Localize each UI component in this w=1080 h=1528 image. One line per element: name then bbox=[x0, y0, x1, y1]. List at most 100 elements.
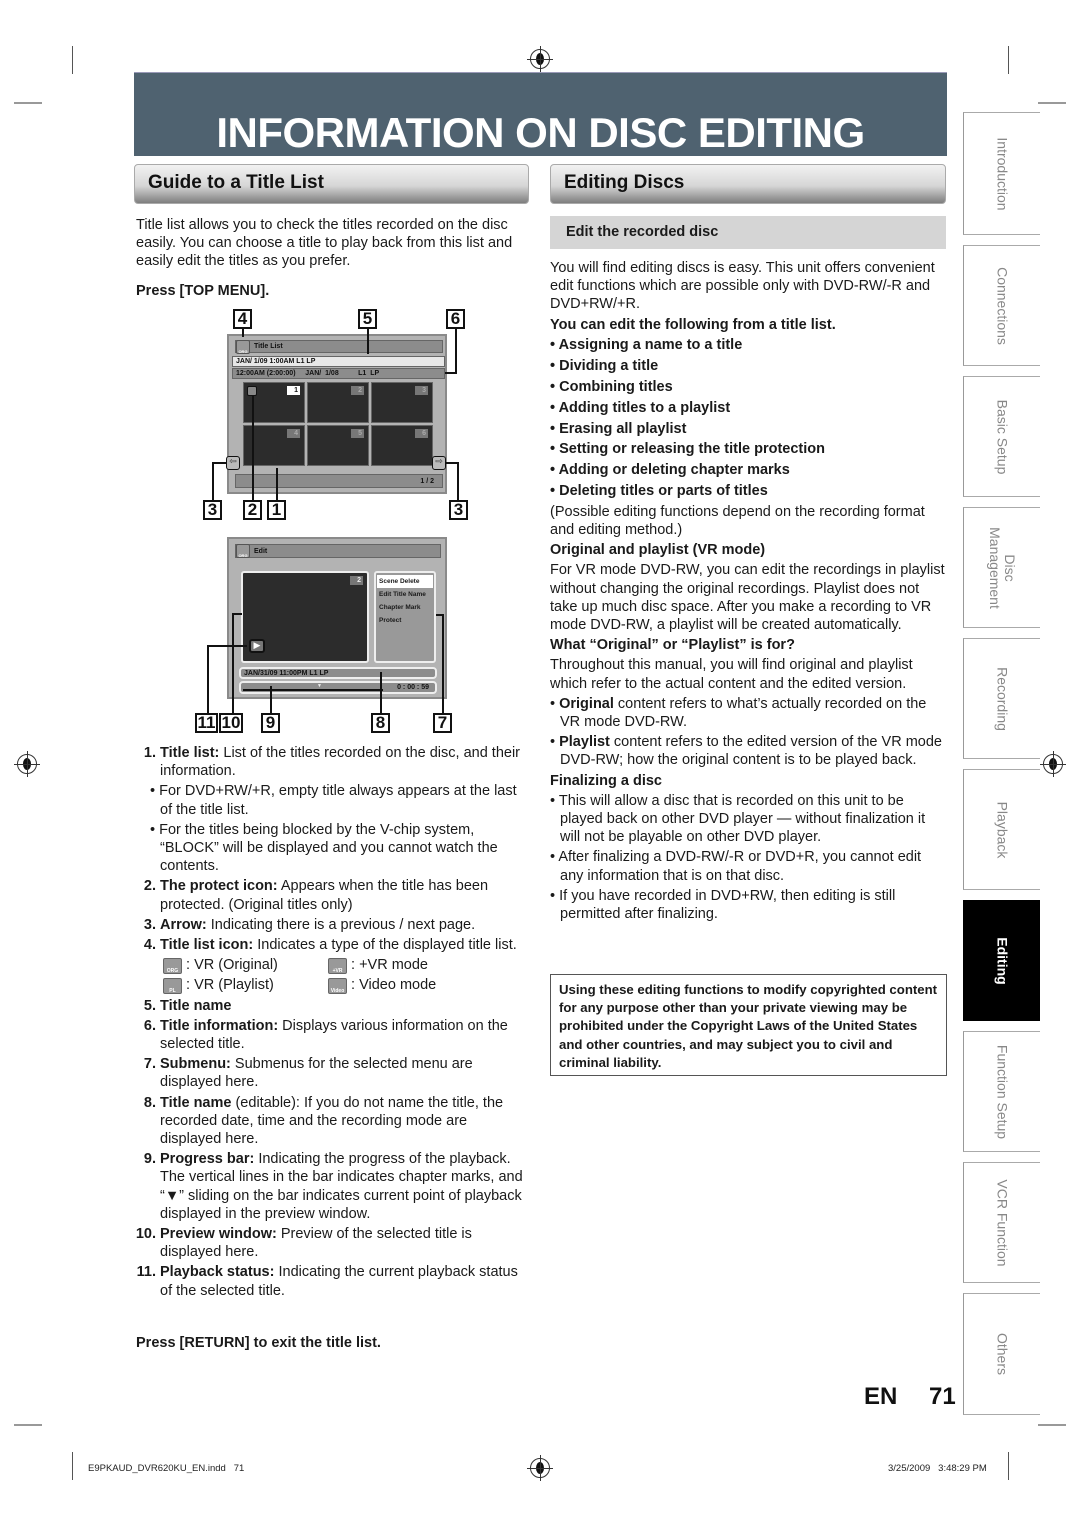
crop-mark bbox=[14, 1424, 42, 1426]
title-thumbnail[interactable]: 5 bbox=[307, 425, 369, 466]
page-number: 71 bbox=[929, 1383, 956, 1410]
title-thumbnail[interactable]: 2 bbox=[307, 382, 369, 423]
submenu-item[interactable]: Chapter Mark bbox=[377, 601, 433, 614]
finalizing-bullet: • This will allow a disc that is recorde… bbox=[550, 792, 926, 846]
registration-mark-icon bbox=[527, 1455, 553, 1481]
subhead-edit-recorded-disc: Edit the recorded disc bbox=[550, 216, 946, 249]
section-title: Editing Discs bbox=[564, 172, 685, 193]
edit-function-item: • Adding titles to a playlist bbox=[550, 399, 731, 416]
crop-mark bbox=[72, 1452, 73, 1480]
side-tab-vcr-function[interactable]: VCR Function bbox=[963, 1162, 1040, 1283]
list-item: 11. Playback status: Indicating the curre… bbox=[136, 1264, 518, 1299]
side-tab-others[interactable]: Others bbox=[963, 1293, 1040, 1415]
edit-function-item: • Erasing all playlist bbox=[550, 420, 687, 437]
press-top-menu: Press [TOP MENU]. bbox=[136, 283, 270, 299]
edit-title-name-row[interactable]: JAN/31/09 11:00PM L1 LP bbox=[239, 667, 437, 679]
submenu-item[interactable]: Protect bbox=[377, 614, 433, 627]
leader-line bbox=[232, 613, 242, 615]
section-title: Guide to a Title List bbox=[148, 172, 324, 193]
play-status-icon: ▶ bbox=[249, 639, 265, 653]
org-disc-icon: ORG bbox=[163, 958, 182, 975]
page-title-banner: INFORMATION ON DISC EDITING bbox=[134, 72, 947, 156]
legend-item: +VR : +VR mode bbox=[328, 956, 508, 975]
leader-line bbox=[276, 468, 278, 500]
press-return: Press [RETURN] to exit the title list. bbox=[136, 1335, 381, 1351]
previous-page-arrow-icon[interactable]: ⇦ bbox=[226, 456, 240, 470]
crop-mark bbox=[1038, 102, 1066, 104]
org-disc-icon: ORG bbox=[236, 340, 250, 354]
right-column-text: You will find editing discs is easy. Thi… bbox=[550, 259, 948, 925]
editing-intro: You will find editing discs is easy. Thi… bbox=[550, 260, 935, 313]
callout-8: 8 bbox=[371, 713, 390, 733]
callout-5: 5 bbox=[358, 309, 377, 329]
intro-paragraph: Title list allows you to check the title… bbox=[136, 217, 513, 270]
what-text: Throughout this manual, you will find or… bbox=[550, 657, 913, 692]
side-tab-editing[interactable]: Editing bbox=[963, 900, 1040, 1021]
what-bullet: • Playlist content refers to the edited … bbox=[550, 734, 942, 769]
original-playlist-text: For VR mode DVD-RW, you can edit the rec… bbox=[550, 562, 945, 633]
callout-4: 4 bbox=[233, 309, 252, 329]
edit-function-item: • Dividing a title bbox=[550, 358, 659, 375]
leader-line bbox=[212, 462, 226, 464]
registration-mark-icon bbox=[14, 751, 40, 777]
copyright-notice: Using these editing functions to modify … bbox=[550, 974, 947, 1076]
language-code: EN bbox=[864, 1383, 898, 1410]
playlist-disc-icon: PL bbox=[163, 978, 182, 995]
title-list-header: ORG Title List bbox=[235, 340, 443, 354]
leader-line bbox=[457, 462, 459, 500]
progress-track bbox=[243, 689, 383, 691]
registration-mark-icon bbox=[527, 46, 553, 72]
crop-mark bbox=[1008, 1452, 1009, 1480]
icon-legend: ORG : VR (Original) +VR : +VR mode PL : … bbox=[130, 956, 530, 995]
side-tab-recording[interactable]: Recording bbox=[963, 638, 1040, 759]
leader-line bbox=[252, 395, 254, 500]
current-point-marker-icon: ▼ bbox=[317, 683, 322, 689]
leader-line bbox=[367, 329, 369, 354]
list-item: 2. The protect icon: Appears when the tit… bbox=[143, 878, 489, 913]
page-title: INFORMATION ON DISC EDITING bbox=[216, 109, 865, 156]
leader-line bbox=[232, 613, 234, 713]
finalizing-bullet: • If you have recorded in DVD+RW, then e… bbox=[550, 887, 896, 923]
submenu-item[interactable]: Scene Delete bbox=[377, 575, 433, 588]
callout-2: 2 bbox=[243, 500, 262, 520]
edit-function-item: • Setting or releasing the title protect… bbox=[550, 441, 825, 458]
registration-mark-icon bbox=[1040, 751, 1066, 777]
next-page-arrow-icon[interactable]: ⇨ bbox=[432, 456, 446, 470]
leader-line bbox=[455, 329, 457, 373]
submenu: Scene Delete Edit Title Name Chapter Mar… bbox=[374, 571, 436, 663]
edit-header: ORG Edit bbox=[235, 544, 441, 558]
progress-bar[interactable]: 0 : 00 : 59 ▼ bbox=[239, 681, 437, 694]
leader-line bbox=[436, 614, 444, 616]
section-header-editing: Editing Discs bbox=[550, 164, 946, 204]
list-item: 9. Progress bar: Indicating the progress … bbox=[143, 1151, 523, 1222]
leader-line bbox=[207, 645, 247, 647]
list-item: 8. Title name (editable): If you do not n… bbox=[143, 1094, 504, 1148]
side-tab-disc-management[interactable]: Disc Management bbox=[963, 507, 1040, 628]
list-item: 6. Title information: Displays various in… bbox=[143, 1017, 508, 1053]
list-item: 1. Title list: List of the titles recorde… bbox=[143, 745, 521, 780]
side-tab-connections[interactable]: Connections bbox=[963, 245, 1040, 366]
side-tab-playback[interactable]: Playback bbox=[963, 769, 1040, 890]
list-sub-bullet: • For the titles being blocked by the V-… bbox=[150, 821, 498, 875]
submenu-item[interactable]: Edit Title Name bbox=[377, 588, 433, 601]
original-playlist-heading: Original and playlist (VR mode) bbox=[550, 542, 766, 559]
title-thumbnail[interactable]: 6 bbox=[371, 425, 433, 466]
org-disc-icon: ORG bbox=[236, 544, 250, 558]
vr-plus-disc-icon: +VR bbox=[328, 958, 347, 975]
list-item: 5. Title name bbox=[143, 997, 232, 1014]
leader-line bbox=[207, 645, 209, 713]
video-disc-icon: Video bbox=[328, 978, 347, 995]
list-item: 3. Arrow: Indicating there is a previous … bbox=[143, 916, 476, 933]
title-name-row[interactable]: JAN/ 1/09 1:00AM L1 LP bbox=[232, 356, 445, 367]
edit-function-item: • Deleting titles or parts of titles bbox=[550, 482, 768, 499]
title-thumbnail[interactable]: 3 bbox=[371, 382, 433, 423]
list-sub-bullet: • For DVD+RW/+R, empty title always appe… bbox=[150, 783, 517, 818]
playback-time: 0 : 00 : 59 bbox=[397, 684, 429, 691]
legend-item: Video : Video mode bbox=[328, 976, 508, 995]
page-indicator-bar: 1 / 2 bbox=[235, 474, 443, 488]
side-tab-function-setup[interactable]: Function Setup bbox=[963, 1031, 1040, 1152]
callout-11: 11 bbox=[195, 713, 218, 733]
side-tab-basic-setup[interactable]: Basic Setup bbox=[963, 376, 1040, 497]
side-tab-introduction[interactable]: Introduction bbox=[963, 112, 1040, 235]
leader-line bbox=[446, 462, 458, 464]
